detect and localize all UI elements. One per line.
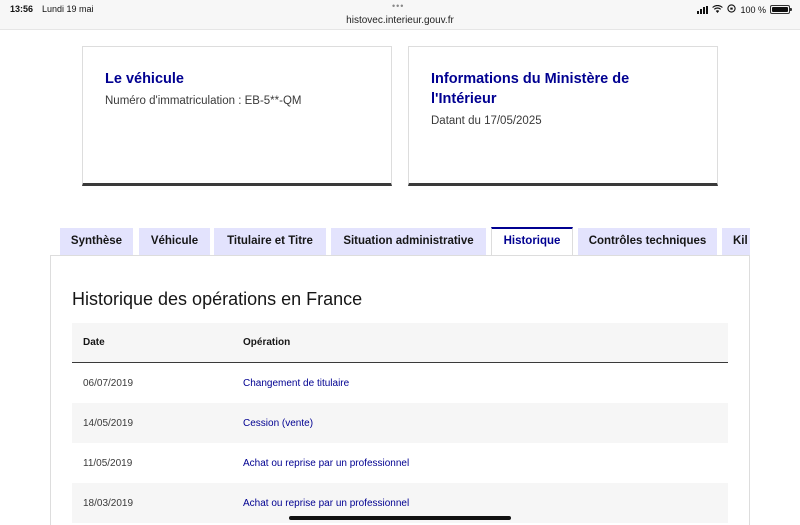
more-dots-icon[interactable]: •••	[392, 1, 404, 11]
table-row: 11/05/2019 Achat ou reprise par un profe…	[72, 443, 728, 483]
wifi-icon	[712, 4, 724, 15]
ministry-card: Informations du Ministère de l'Intérieur…	[408, 46, 718, 186]
row-operation[interactable]: Achat ou reprise par un professionnel	[243, 458, 728, 469]
orientation-lock-icon	[727, 4, 737, 15]
history-title: Historique des opérations en France	[72, 289, 363, 309]
battery-icon	[770, 5, 792, 14]
tab-controles-techniques[interactable]: Contrôles techniques	[578, 228, 717, 255]
row-operation[interactable]: Cession (vente)	[243, 418, 728, 429]
tab-kilometrage[interactable]: Kil	[722, 228, 750, 255]
row-date: 18/03/2019	[83, 497, 134, 509]
row-date: 06/07/2019	[83, 377, 134, 389]
row-date: 11/05/2019	[83, 457, 133, 469]
status-indicators: 100 %	[697, 4, 792, 15]
ministry-title-line1: Informations du Ministère de	[431, 71, 630, 87]
status-bar: 13:56 Lundi 19 mai ••• histovec.interieu…	[0, 0, 800, 30]
status-time: 13:56	[10, 4, 34, 14]
tab-synthese[interactable]: Synthèse	[60, 228, 133, 255]
vehicle-card: Le véhicule Numéro d'immatriculation : E…	[82, 46, 392, 186]
ministry-date: Datant du 17/05/2025	[431, 115, 542, 127]
tab-situation-administrative[interactable]: Situation administrative	[331, 228, 486, 255]
row-operation[interactable]: Changement de titulaire	[243, 378, 728, 389]
tab-vehicule[interactable]: Véhicule	[139, 228, 210, 255]
vehicle-card-title: Le véhicule	[105, 71, 184, 87]
tab-list: Synthèse Véhicule Titulaire et Titre Sit…	[60, 227, 750, 255]
row-date: 14/05/2019	[83, 417, 134, 429]
registration-number: Numéro d'immatriculation : EB-5**-QM	[105, 95, 302, 107]
status-date: Lundi 19 mai	[42, 4, 94, 14]
home-indicator[interactable]	[289, 516, 511, 520]
row-operation[interactable]: Achat ou reprise par un professionnel	[243, 498, 728, 509]
signal-icon	[697, 5, 709, 14]
table-row: 06/07/2019 Changement de titulaire	[72, 363, 728, 403]
battery-percent: 100 %	[740, 4, 766, 15]
tab-historique[interactable]: Historique	[491, 227, 573, 255]
tab-titulaire[interactable]: Titulaire et Titre	[214, 228, 326, 255]
column-date: Date	[83, 337, 105, 348]
history-table: Date Opération 06/07/2019 Changement de …	[72, 323, 728, 523]
table-row: 14/05/2019 Cession (vente)	[72, 403, 728, 443]
ministry-card-title: Informations du Ministère de l'Intérieur	[431, 69, 695, 109]
ministry-title-line2: l'Intérieur	[431, 91, 497, 107]
address-bar-url[interactable]: histovec.interieur.gouv.fr	[0, 15, 800, 26]
column-operation: Opération	[243, 337, 291, 348]
table-header: Date Opération	[72, 323, 728, 363]
